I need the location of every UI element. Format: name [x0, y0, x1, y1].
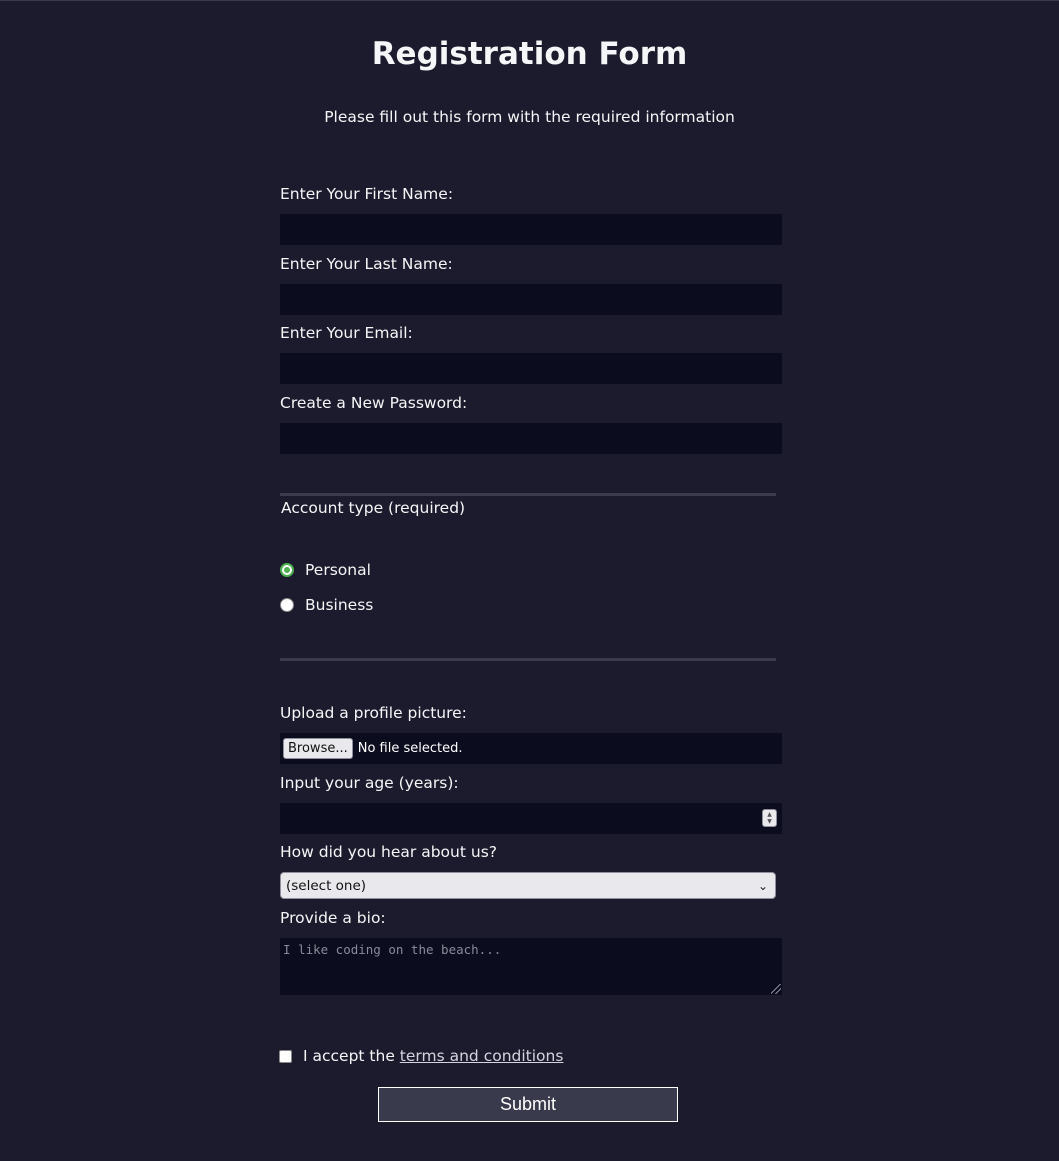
page-subtitle: Please fill out this form with the requi…	[324, 108, 735, 126]
profile-picture-label: Upload a profile picture:	[280, 704, 467, 722]
terms-prefix: I accept the	[303, 1047, 400, 1065]
fieldset-bottom-border	[280, 658, 776, 661]
chevron-down-icon: ⌄	[757, 879, 768, 893]
email-input[interactable]	[280, 353, 782, 384]
terms-row[interactable]: I accept the terms and conditions	[279, 1045, 563, 1067]
resize-grip-icon[interactable]	[771, 984, 781, 994]
browse-button[interactable]: Browse...	[283, 738, 353, 759]
radio-business-control[interactable]	[280, 598, 294, 612]
fieldset-top-border	[280, 493, 776, 496]
radio-personal-control[interactable]	[280, 563, 294, 577]
password-label: Create a New Password:	[280, 394, 468, 412]
file-status-text: No file selected.	[357, 741, 463, 756]
referral-select[interactable]: (select one) ⌄	[280, 872, 776, 899]
age-input[interactable]	[280, 803, 782, 834]
email-label: Enter Your Email:	[280, 324, 413, 342]
terms-text: I accept the terms and conditions	[303, 1046, 563, 1066]
bio-textarea[interactable]: I like coding on the beach...	[280, 938, 782, 995]
last-name-label: Enter Your Last Name:	[280, 255, 453, 273]
first-name-input[interactable]	[280, 214, 782, 245]
spinner-arrows-icon[interactable]: ▲ ▼	[762, 809, 777, 827]
age-label: Input your age (years):	[280, 774, 459, 792]
page-title: Registration Form	[371, 36, 688, 72]
last-name-input[interactable]	[280, 284, 782, 315]
radio-option-personal[interactable]: Personal	[280, 559, 371, 581]
bio-placeholder: I like coding on the beach...	[283, 942, 502, 957]
account-type-legend: Account type (required)	[281, 499, 466, 517]
profile-picture-input[interactable]: Browse... No file selected.	[280, 733, 782, 764]
submit-button[interactable]: Submit	[378, 1087, 678, 1122]
radio-business-label[interactable]: Business	[305, 595, 373, 615]
bio-label: Provide a bio:	[280, 909, 386, 927]
referral-label: How did you hear about us?	[280, 843, 497, 861]
first-name-label: Enter Your First Name:	[280, 185, 454, 203]
terms-link[interactable]: terms and conditions	[400, 1047, 564, 1065]
terms-checkbox[interactable]	[279, 1049, 292, 1063]
radio-option-business[interactable]: Business	[280, 594, 373, 616]
referral-selected-value: (select one)	[286, 877, 367, 894]
password-input[interactable]	[280, 423, 782, 454]
radio-personal-label[interactable]: Personal	[305, 560, 371, 580]
